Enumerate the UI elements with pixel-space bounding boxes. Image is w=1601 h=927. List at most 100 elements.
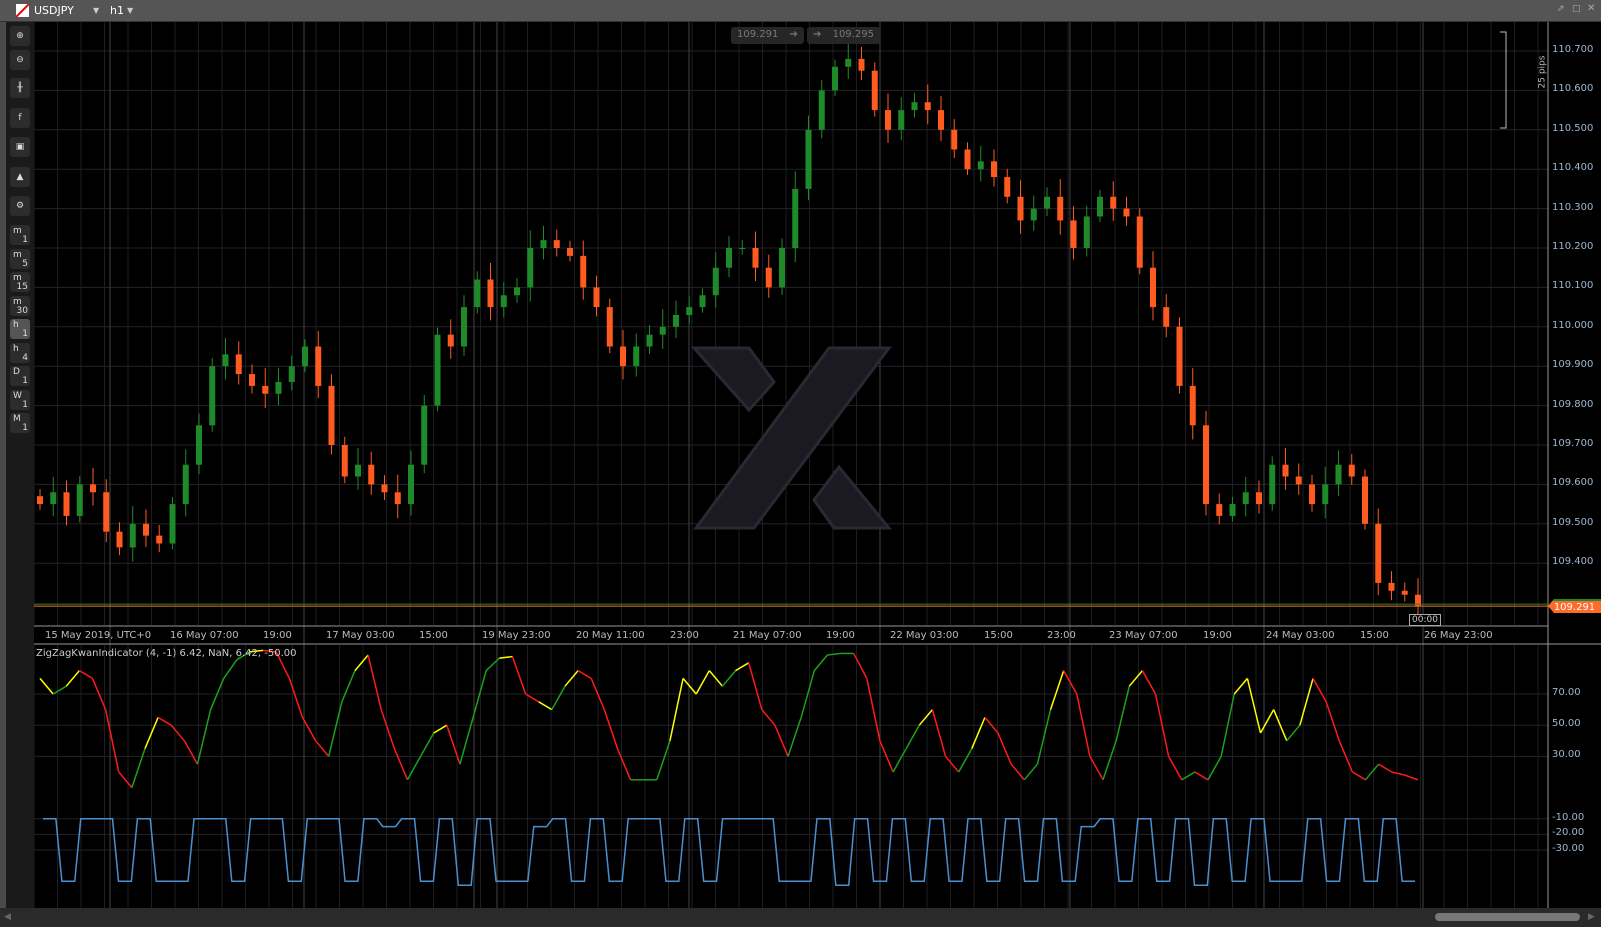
oscillator-segment — [682, 677, 697, 695]
candle-body — [792, 188, 799, 248]
oscillator-segment — [118, 771, 133, 789]
timeframe-count: 1 — [22, 329, 28, 339]
timeframe-selector[interactable]: h1 — [110, 4, 124, 17]
candle-body — [275, 381, 282, 394]
candle-body — [408, 464, 414, 505]
symbol-selector[interactable]: USDJPY — [34, 4, 74, 17]
oscillator-segment — [341, 670, 356, 703]
oscillator-segment — [1325, 701, 1340, 742]
timeframe-W1[interactable]: W1 — [10, 389, 30, 410]
scrollbar-thumb[interactable] — [1435, 913, 1580, 921]
price-axis-label: 110.200 — [1552, 241, 1594, 252]
oscillator-segment — [577, 669, 592, 680]
chart-area[interactable]: 109.291 ➔ ➔ 109.295 25 pips 110.700 110.6… — [34, 22, 1601, 908]
timeframe-m15[interactable]: m 15 — [10, 272, 30, 292]
candle-body — [169, 504, 176, 544]
oscillator-segment — [1233, 677, 1248, 695]
oscillator-segment — [223, 659, 238, 679]
symbol-color-icon[interactable] — [16, 4, 29, 17]
oscillator-segment — [499, 655, 513, 659]
oscillator-segment — [892, 748, 907, 773]
oscillator-segment — [656, 740, 671, 781]
candle-body — [580, 255, 587, 288]
oscillator-segment — [65, 670, 80, 687]
candle-body — [1242, 492, 1249, 505]
current-price-badge: 109.291 — [1548, 599, 1601, 613]
timeframe-unit: h — [13, 343, 19, 354]
scroll-left-icon[interactable]: ◀ — [4, 912, 11, 922]
chevron-down-icon[interactable]: ▼ — [93, 6, 99, 15]
indicator-axis-label: 50.00 — [1552, 718, 1581, 730]
buy-button[interactable]: ➔ 109.295 — [807, 27, 880, 44]
zoom-out-icon[interactable]: ⊖ — [10, 50, 30, 70]
oscillator-segment — [1286, 724, 1301, 742]
candle-body — [593, 287, 600, 308]
chevron-down-icon[interactable]: ▼ — [127, 6, 133, 15]
price-axis-label: 110.000 — [1552, 319, 1594, 331]
oscillator-segment — [52, 685, 67, 695]
oscillator-segment — [1141, 670, 1157, 695]
time-axis-label: 16 May 07:00 — [170, 630, 239, 641]
candle-body — [209, 366, 216, 426]
oscillator-segment — [1167, 756, 1183, 781]
time-axis-label: 21 May 07:00 — [733, 630, 802, 641]
chart-toolbar: ⊕ ⊖ ╫ f ▣ ▲ ⚙ m 1 m 5 m 15 m 30 h 1 h 4 D 1 W 1 M 1 — [0, 22, 34, 908]
timeframe-count: 1 — [22, 376, 28, 386]
timeframe-m5[interactable]: m5 — [10, 248, 30, 269]
candle-body — [977, 161, 984, 170]
scroll-right-icon[interactable]: ▶ — [1588, 912, 1595, 922]
candle-body — [90, 484, 96, 493]
price-axis-label: 110.400 — [1552, 162, 1594, 174]
candle-body — [143, 523, 149, 536]
candle-body — [1229, 504, 1236, 516]
candlestick-type-icon[interactable]: ╫ — [10, 78, 30, 98]
timeframe-count: 5 — [22, 258, 28, 269]
timeframe-h1[interactable]: h1 — [10, 319, 30, 339]
chart-settings-icon[interactable]: ⚙ — [10, 196, 30, 216]
candle-body — [779, 248, 785, 288]
close-icon[interactable]: ✕ — [1587, 3, 1595, 14]
candle-body — [1388, 582, 1395, 591]
oscillator-segment — [603, 709, 619, 749]
timeframe-M1[interactable]: M1 — [10, 413, 30, 433]
candle-body — [1335, 464, 1342, 485]
candle-body — [1375, 523, 1382, 583]
maximize-icon[interactable]: □ — [1572, 4, 1581, 14]
oscillator-segment — [918, 709, 933, 726]
candle-body — [911, 102, 918, 111]
oscillator-segment — [183, 740, 199, 765]
candle-body — [567, 248, 573, 256]
indicator-axis-label: -30.00 — [1552, 843, 1585, 854]
candle-body — [686, 307, 693, 315]
candle-body — [1150, 267, 1156, 308]
candle-body — [646, 334, 653, 347]
indicator-axis-label: 30.00 — [1552, 749, 1581, 761]
cbot-icon[interactable]: ▣ — [10, 137, 30, 157]
oscillator-segment — [1299, 678, 1314, 726]
horizontal-scrollbar[interactable]: ◀ ▶ — [0, 908, 1601, 927]
oscillator-segment — [446, 724, 461, 765]
candle-body — [1136, 216, 1143, 268]
zoom-in-icon[interactable]: ⊕ — [10, 26, 30, 46]
shapes-icon[interactable]: ▲ — [10, 167, 30, 187]
candle-body — [938, 110, 944, 130]
candle-body — [1097, 196, 1103, 217]
timeframe-h4[interactable]: h4 — [10, 342, 30, 363]
candle-body — [845, 58, 852, 67]
detach-icon[interactable]: ⇗ — [1557, 4, 1565, 14]
oscillator-segment — [669, 678, 684, 741]
oscillator-segment — [288, 678, 304, 718]
candle-body — [1110, 196, 1117, 209]
timeframe-D1[interactable]: D1 — [10, 366, 30, 386]
indicator-axis-label: -10.00 — [1552, 811, 1585, 823]
timeframe-m1[interactable]: m1 — [10, 225, 30, 245]
candle-body — [964, 149, 971, 170]
candle-body — [553, 240, 560, 248]
candle-body — [832, 66, 838, 91]
candle-body — [1189, 385, 1196, 426]
sell-button[interactable]: 109.291 ➔ — [731, 27, 804, 44]
price-chart[interactable] — [34, 22, 1601, 908]
facebook-icon[interactable]: f — [10, 108, 30, 128]
timeframe-m30[interactable]: m 30 — [10, 295, 30, 316]
candle-body — [540, 240, 547, 248]
